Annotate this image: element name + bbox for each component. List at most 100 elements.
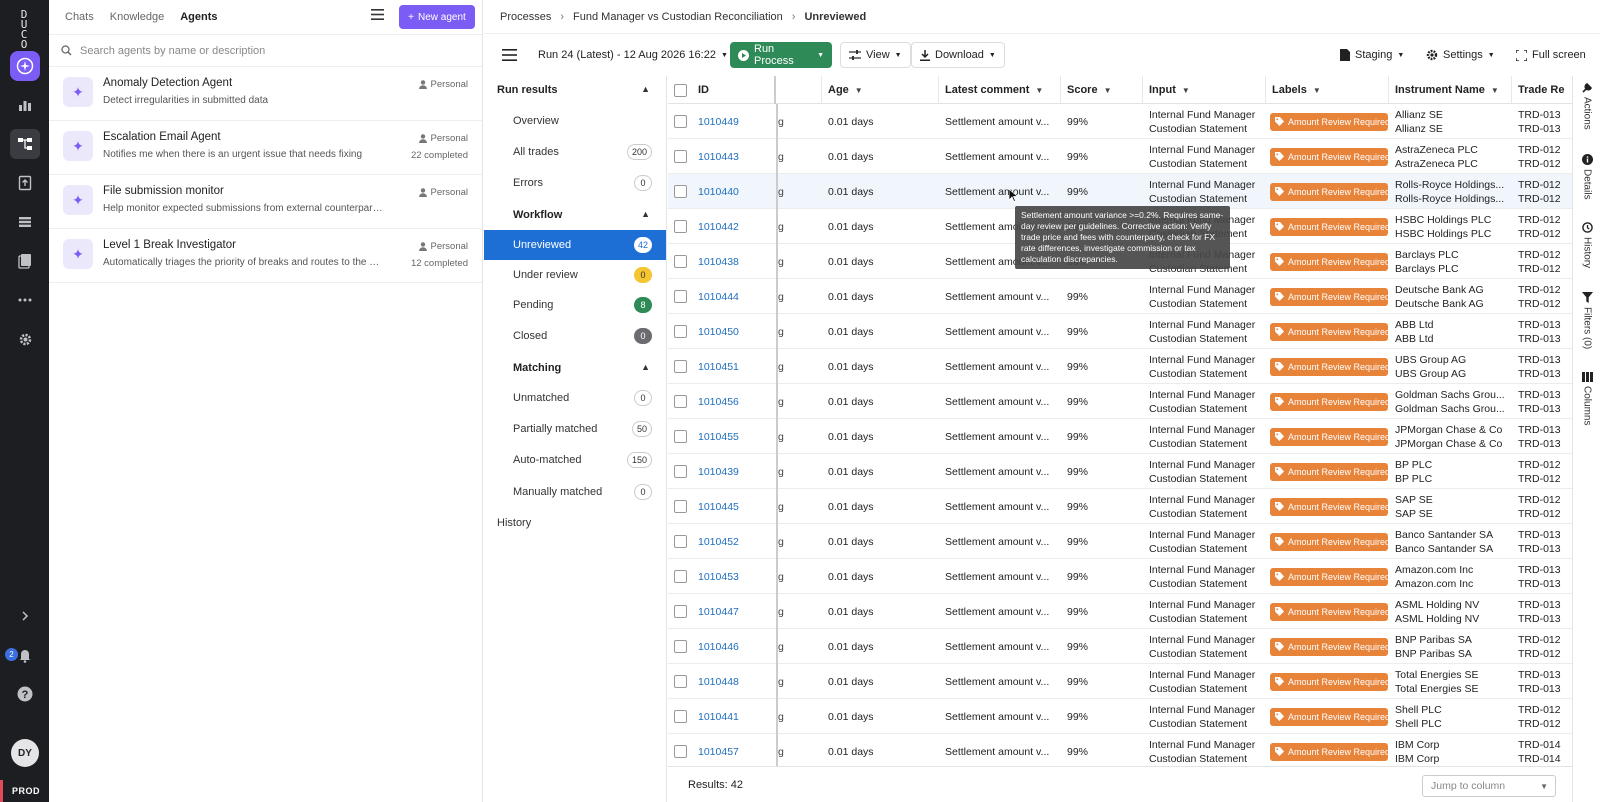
documents-icon[interactable]	[12, 248, 38, 274]
sidebar-item-auto-matched[interactable]: Auto-matched 150	[484, 445, 666, 475]
actions-tab[interactable]: Actions	[1573, 82, 1600, 130]
row-id-link[interactable]: 1010441	[698, 699, 776, 734]
expand-icon[interactable]	[12, 603, 38, 629]
row-id-link[interactable]: 1010439	[698, 454, 776, 489]
row-latest-comment[interactable]: Settlement amount v...	[945, 559, 1059, 594]
chevron-up-icon[interactable]: ▲	[641, 362, 650, 372]
row-id-link[interactable]: 1010449	[698, 104, 776, 139]
new-agent-button[interactable]: + New agent	[399, 5, 475, 29]
table-row[interactable]: 1010456 g 0.01 days Settlement amount v... 9…	[668, 384, 1572, 419]
row-latest-comment[interactable]: Settlement amount v...	[945, 629, 1059, 664]
view-button[interactable]: View ▼	[840, 42, 911, 68]
row-latest-comment[interactable]: Settlement amount v...	[945, 279, 1059, 314]
fullscreen-button[interactable]: Full screen	[1508, 42, 1594, 68]
row-latest-comment[interactable]: Settlement amount v...	[945, 419, 1059, 454]
row-id-link[interactable]: 1010448	[698, 664, 776, 699]
table-row[interactable]: 1010449 g 0.01 days Settlement amount v... 9…	[668, 104, 1572, 139]
row-latest-comment[interactable]: Settlement amount v...	[945, 454, 1059, 489]
table-row[interactable]: 1010451 g 0.01 days Settlement amount v... 9…	[668, 349, 1572, 384]
table-row[interactable]: 1010443 g 0.01 days Settlement amount v... 9…	[668, 139, 1572, 174]
row-id-link[interactable]: 1010457	[698, 734, 776, 766]
row-checkbox[interactable]	[668, 349, 692, 384]
table-row[interactable]: 1010441 g 0.01 days Settlement amount v... 9…	[668, 699, 1572, 734]
sidebar-item-history[interactable]: History	[484, 508, 666, 538]
bell-icon[interactable]	[12, 642, 38, 668]
column-header-age[interactable]: Age ▼	[822, 76, 939, 104]
row-checkbox[interactable]	[668, 384, 692, 419]
sidebar-item-pending[interactable]: Pending 8	[484, 290, 666, 320]
upload-icon[interactable]	[12, 170, 38, 196]
row-label[interactable]: Amount Review Required	[1270, 664, 1388, 699]
row-label[interactable]: Amount Review Required	[1270, 734, 1388, 766]
row-label[interactable]: Amount Review Required	[1270, 104, 1388, 139]
filters-tab[interactable]: Filters (0)	[1573, 292, 1600, 349]
sidebar-item-errors[interactable]: Errors 0	[484, 168, 666, 198]
row-id-link[interactable]: 1010456	[698, 384, 776, 419]
row-checkbox[interactable]	[668, 734, 692, 766]
select-all-checkbox[interactable]	[668, 76, 692, 104]
table-row[interactable]: 1010446 g 0.01 days Settlement amount v... 9…	[668, 629, 1572, 664]
row-latest-comment[interactable]: Settlement amount v...	[945, 699, 1059, 734]
row-latest-comment[interactable]: Settlement amount v...	[945, 664, 1059, 699]
settings-button[interactable]: Settings ▼	[1418, 42, 1503, 68]
table-row[interactable]: 1010444 g 0.01 days Settlement amount v... 9…	[668, 279, 1572, 314]
agent-search-input[interactable]: Search agents by name or description	[49, 34, 482, 67]
row-id-link[interactable]: 1010452	[698, 524, 776, 559]
row-checkbox[interactable]	[668, 244, 692, 279]
row-latest-comment[interactable]: Settlement amount v...	[945, 384, 1059, 419]
row-id-link[interactable]: 1010455	[698, 419, 776, 454]
sidebar-item-partially-matched[interactable]: Partially matched 50	[484, 414, 666, 444]
row-id-link[interactable]: 1010440	[698, 174, 776, 209]
row-id-link[interactable]: 1010451	[698, 349, 776, 384]
tab-knowledge[interactable]: Knowledge	[110, 11, 164, 23]
columns-tab[interactable]: Columns	[1573, 372, 1600, 425]
row-id-link[interactable]: 1010450	[698, 314, 776, 349]
column-header-trade-ref[interactable]: Trade Re	[1512, 76, 1572, 104]
gear-icon[interactable]	[12, 326, 38, 352]
row-label[interactable]: Amount Review Required	[1270, 489, 1388, 524]
column-header-score[interactable]: Score ▼	[1061, 76, 1143, 104]
table-row[interactable]: 1010445 g 0.01 days Settlement amount v... 9…	[668, 489, 1572, 524]
matching-heading[interactable]: Matching	[513, 362, 561, 374]
row-id-link[interactable]: 1010438	[698, 244, 776, 279]
details-tab[interactable]: Details	[1573, 154, 1600, 200]
row-latest-comment[interactable]: Settlement amount v...	[945, 314, 1059, 349]
row-label[interactable]: Amount Review Required	[1270, 699, 1388, 734]
row-latest-comment[interactable]: Settlement amount v...	[945, 734, 1059, 766]
row-label[interactable]: Amount Review Required	[1270, 559, 1388, 594]
row-id-link[interactable]: 1010445	[698, 489, 776, 524]
agent-list-item[interactable]: ✦ File submission monitor Help monitor exp…	[49, 175, 482, 229]
staging-button[interactable]: Staging ▼	[1332, 42, 1412, 68]
row-id-link[interactable]: 1010444	[698, 279, 776, 314]
row-checkbox[interactable]	[668, 594, 692, 629]
jump-to-column-select[interactable]: Jump to column ▼	[1422, 775, 1556, 797]
row-id-link[interactable]: 1010443	[698, 139, 776, 174]
row-latest-comment[interactable]: Settlement amount v...	[945, 594, 1059, 629]
table-icon[interactable]	[12, 209, 38, 235]
row-id-link[interactable]: 1010447	[698, 594, 776, 629]
tab-agents[interactable]: Agents	[180, 11, 217, 23]
sidebar-item-overview[interactable]: Overview	[484, 106, 666, 136]
sidebar-item-manually-matched[interactable]: Manually matched 0	[484, 477, 666, 507]
row-checkbox[interactable]	[668, 524, 692, 559]
table-row[interactable]: 1010457 g 0.01 days Settlement amount v... 9…	[668, 734, 1572, 766]
row-label[interactable]: Amount Review Required	[1270, 244, 1388, 279]
row-label[interactable]: Amount Review Required	[1270, 314, 1388, 349]
history-tab[interactable]: History	[1573, 222, 1600, 268]
breadcrumb-process[interactable]: Fund Manager vs Custodian Reconciliation	[573, 11, 783, 23]
sidebar-item-all-trades[interactable]: All trades 200	[484, 137, 666, 167]
row-latest-comment[interactable]: Settlement amount v...	[945, 489, 1059, 524]
row-label[interactable]: Amount Review Required	[1270, 174, 1388, 209]
row-checkbox[interactable]	[668, 629, 692, 664]
row-latest-comment[interactable]: Settlement amount v...	[945, 349, 1059, 384]
row-label[interactable]: Amount Review Required	[1270, 384, 1388, 419]
column-header-instrument-name[interactable]: Instrument Name ▼	[1389, 76, 1512, 104]
download-button[interactable]: Download ▼	[911, 42, 1005, 68]
row-latest-comment[interactable]: Settlement amount v...	[945, 524, 1059, 559]
row-label[interactable]: Amount Review Required	[1270, 629, 1388, 664]
sidebar-item-under-review[interactable]: Under review 0	[484, 260, 666, 290]
row-checkbox[interactable]	[668, 279, 692, 314]
processes-icon[interactable]	[10, 129, 40, 159]
row-latest-comment[interactable]: Settlement amount v...	[945, 104, 1059, 139]
chevron-up-icon[interactable]: ▲	[641, 84, 650, 94]
